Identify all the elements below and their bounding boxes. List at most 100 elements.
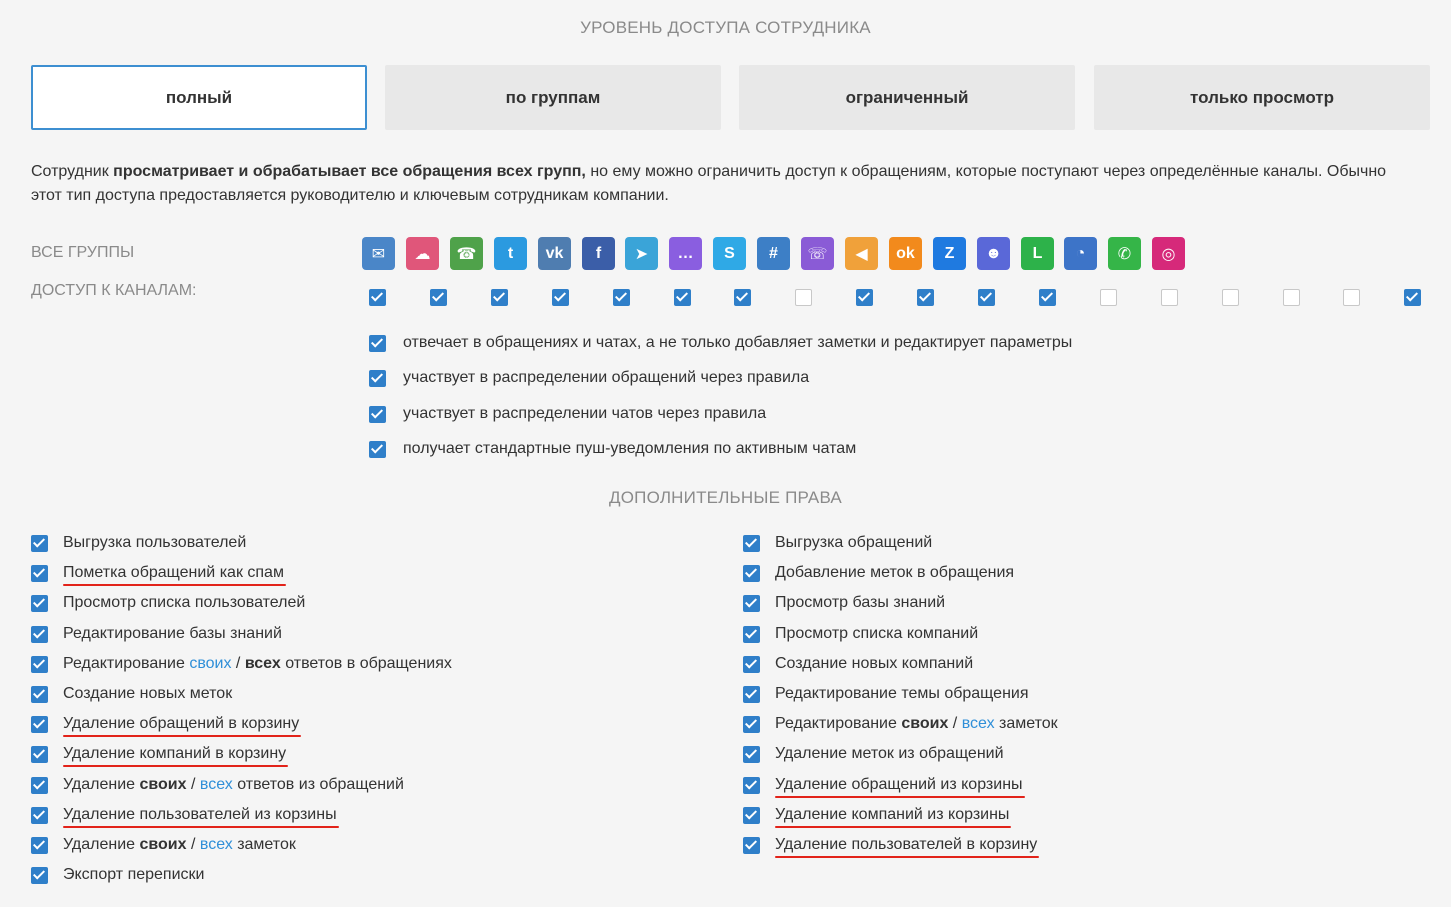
option-checkbox[interactable] — [369, 405, 386, 423]
permission-item[interactable]: Просмотр списка компаний — [743, 623, 978, 645]
option-checkbox[interactable] — [369, 334, 386, 352]
permission-item[interactable]: Удаление обращений в корзину — [31, 713, 302, 737]
channel-checkbox-telegram[interactable] — [734, 289, 751, 306]
permission-label: Редактирование своих / всех ответов в об… — [63, 655, 452, 673]
permission-label: Удаление пользователей в корзину — [775, 836, 1040, 858]
permission-checkbox[interactable] — [743, 745, 760, 763]
channel-checkbox-viber[interactable] — [978, 289, 995, 306]
permission-checkbox[interactable] — [31, 625, 48, 643]
permission-checkbox[interactable] — [31, 564, 48, 582]
permission-text: Просмотр базы знаний — [775, 594, 946, 611]
permission-item[interactable]: Экспорт переписки — [31, 864, 204, 886]
permission-text: Удаление меток из обращений — [775, 745, 1004, 762]
permission-label: Выгрузка пользователей — [63, 534, 246, 552]
permission-checkbox[interactable] — [743, 836, 760, 854]
permission-checkbox[interactable] — [743, 776, 760, 794]
permission-checkbox[interactable] — [743, 715, 760, 733]
permission-item[interactable]: Удаление своих / всех заметок — [31, 834, 296, 856]
permission-checkbox[interactable] — [31, 715, 48, 733]
chat-icon: ☁ — [406, 237, 439, 270]
permission-link-text[interactable]: своих — [189, 655, 231, 672]
channel-checkbox-messenger[interactable] — [795, 289, 812, 306]
tab-view-only[interactable]: только просмотр — [1094, 65, 1430, 130]
option-checkbox[interactable] — [369, 369, 386, 387]
channel-checkbox-line[interactable] — [1283, 289, 1300, 306]
permission-item[interactable]: Удаление своих / всех ответов из обращен… — [31, 774, 404, 796]
permission-item[interactable]: Просмотр списка пользователей — [31, 592, 305, 614]
tab-limited[interactable]: ограниченный — [739, 65, 1075, 130]
access-option[interactable]: участвует в распределении обращений чере… — [369, 369, 809, 387]
permission-checkbox[interactable] — [743, 564, 760, 582]
permission-checkbox[interactable] — [743, 685, 760, 703]
permission-checkbox[interactable] — [31, 836, 48, 854]
permission-link-text[interactable]: всех — [962, 715, 995, 732]
permission-item[interactable]: Создание новых компаний — [743, 653, 973, 675]
channel-checkbox-vk[interactable] — [613, 289, 630, 306]
channel-checkbox-zalo[interactable] — [1161, 289, 1178, 306]
channel-checkbox-phone[interactable] — [491, 289, 508, 306]
permission-checkbox[interactable] — [31, 594, 48, 612]
permission-text: заметок — [232, 836, 296, 853]
access-option[interactable]: отвечает в обращениях и чатах, а не толь… — [369, 334, 1072, 352]
permission-checkbox[interactable] — [31, 534, 48, 552]
permission-item[interactable]: Пометка обращений как спам — [31, 562, 286, 586]
permission-item[interactable]: Удаление пользователей из корзины — [31, 804, 339, 828]
channel-checkbox-team[interactable] — [1222, 289, 1239, 306]
skype-icon: S — [713, 237, 746, 270]
permission-item[interactable]: Редактирование своих / всех ответов в об… — [31, 653, 452, 675]
option-checkbox[interactable] — [369, 440, 386, 458]
channel-checkbox-widget[interactable] — [1343, 289, 1360, 306]
permission-item[interactable]: Добавление меток в обращения — [743, 562, 1014, 584]
permission-item[interactable]: Удаление пользователей в корзину — [743, 834, 1040, 858]
channel-checkbox-megaphone[interactable] — [1039, 289, 1056, 306]
permission-item[interactable]: Выгрузка обращений — [743, 532, 932, 554]
channel-checkbox-facebook[interactable] — [674, 289, 691, 306]
permission-checkbox[interactable] — [743, 806, 760, 824]
permission-checkbox[interactable] — [743, 625, 760, 643]
permission-label: Просмотр списка пользователей — [63, 594, 305, 612]
permission-item[interactable]: Удаление меток из обращений — [743, 743, 1004, 765]
permission-link-text[interactable]: всех — [200, 776, 233, 793]
permission-item[interactable]: Удаление компаний в корзину — [31, 743, 289, 767]
channel-checkbox-skype[interactable] — [856, 289, 873, 306]
permission-item[interactable]: Редактирование базы знаний — [31, 623, 282, 645]
permission-item[interactable]: Удаление компаний из корзины — [743, 804, 1012, 828]
access-option[interactable]: получает стандартные пуш-уведомления по … — [369, 440, 856, 458]
permission-checkbox[interactable] — [743, 655, 760, 673]
tab-full[interactable]: полный — [31, 65, 367, 130]
permission-text: Удаление — [63, 836, 140, 853]
permission-item[interactable]: Создание новых меток — [31, 683, 232, 705]
permission-item[interactable]: Удаление обращений из корзины — [743, 774, 1025, 798]
permission-link-text[interactable]: всех — [200, 836, 233, 853]
permission-item[interactable]: Выгрузка пользователей — [31, 532, 246, 554]
channel-checkbox-whatsapp[interactable] — [1404, 289, 1421, 306]
twitter-icon: t — [494, 237, 527, 270]
permission-text: Редактирование базы знаний — [63, 625, 282, 642]
permission-checkbox[interactable] — [743, 594, 760, 612]
extra-rights-title: ДОПОЛНИТЕЛЬНЫЕ ПРАВА — [609, 488, 842, 507]
permission-checkbox[interactable] — [31, 685, 48, 703]
permission-text: Редактирование — [63, 655, 190, 672]
access-level-tabs: полный по группам ограниченный только пр… — [31, 65, 1430, 130]
channel-checkbox-chat[interactable] — [430, 289, 447, 306]
permission-item[interactable]: Редактирование своих / всех заметок — [743, 713, 1058, 735]
access-option[interactable]: участвует в распределении чатов через пр… — [369, 405, 766, 423]
telegram-icon: ➤ — [625, 237, 658, 270]
permission-checkbox[interactable] — [31, 866, 48, 884]
permission-item[interactable]: Редактирование темы обращения — [743, 683, 1029, 705]
permission-item[interactable]: Просмотр базы знаний — [743, 592, 945, 614]
permission-checkbox[interactable] — [743, 534, 760, 552]
tab-by-groups[interactable]: по группам — [385, 65, 721, 130]
permission-text: Экспорт переписки — [63, 866, 205, 883]
permission-checkbox[interactable] — [31, 655, 48, 673]
permission-checkbox[interactable] — [31, 776, 48, 794]
permission-text: Удаление обращений в корзину — [63, 715, 300, 732]
channel-checkbox-email[interactable] — [369, 289, 386, 306]
access-level-title: УРОВЕНЬ ДОСТУПА СОТРУДНИКА — [580, 18, 871, 37]
channel-checkbox-odnoklassniki[interactable] — [1100, 289, 1117, 306]
odnoklassniki-icon: ok — [889, 237, 922, 270]
permission-checkbox[interactable] — [31, 806, 48, 824]
channel-checkbox-slack[interactable] — [917, 289, 934, 306]
channel-checkbox-twitter[interactable] — [552, 289, 569, 306]
permission-checkbox[interactable] — [31, 745, 48, 763]
